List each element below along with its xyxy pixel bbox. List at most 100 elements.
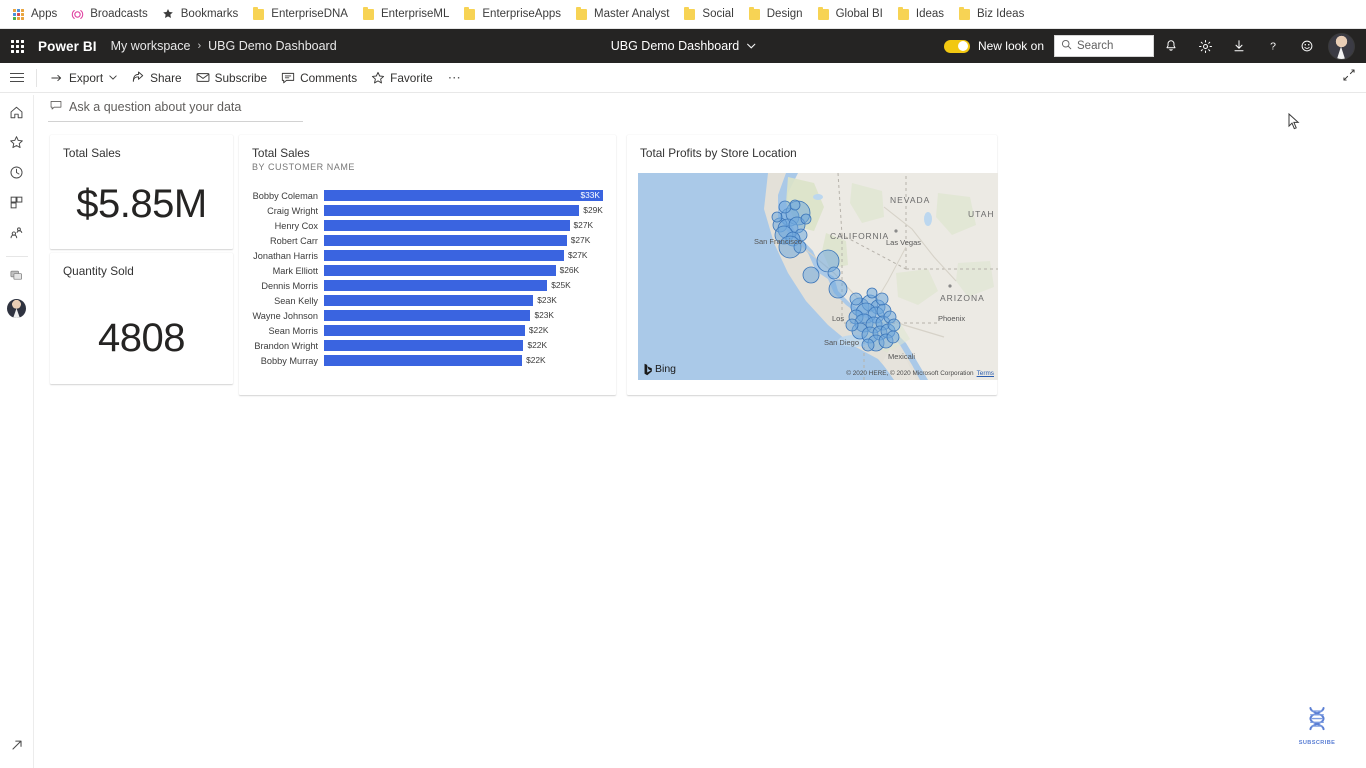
bar-row[interactable]: Sean Kelly $23K [252,293,603,308]
bookmark-ideas[interactable]: Ideas [891,5,952,24]
sidebar-item-recent[interactable] [0,160,34,190]
user-avatar[interactable] [1324,29,1358,63]
folder-icon [362,6,375,21]
bar-row[interactable]: Brandon Wright $22K [252,338,603,353]
tile-title: Total Sales [63,146,121,160]
subscribe-button[interactable]: Subscribe [189,67,274,89]
bar-row[interactable]: Bobby Coleman $33K [252,188,603,203]
fullscreen-expand-button[interactable] [1332,63,1366,93]
favorite-button[interactable]: Favorite [364,67,440,89]
bing-logo[interactable]: Bing [644,363,676,376]
bar-track: $27K [324,250,603,261]
bookmark-global-bi[interactable]: Global BI [811,5,891,24]
new-look-toggle[interactable] [943,39,970,53]
breadcrumb-current[interactable]: UBG Demo Dashboard [208,39,337,53]
comments-button[interactable]: Comments [274,67,364,89]
sidebar-item-workspaces[interactable] [0,263,34,293]
expand-diagonal-icon [1342,68,1356,87]
bar-row[interactable]: Jonathan Harris $27K [252,248,603,263]
feedback-smiley-icon[interactable] [1290,29,1324,63]
bar-value-label: $33K [580,190,600,200]
chat-bubble-icon [50,98,62,116]
svg-text:Mexicali: Mexicali [888,352,915,361]
bookmark-label: Master Analyst [594,8,670,20]
folder-icon [463,6,476,21]
map-visual[interactable]: NEVADA UTAH CALIFORNIA ARIZONA Las Vegas… [638,173,998,380]
qna-input[interactable]: Ask a question about your data [48,95,303,122]
dashboard-title-dropdown[interactable]: UBG Demo Dashboard [611,39,756,53]
notifications-bell-icon[interactable] [1154,29,1188,63]
star-icon [162,8,175,21]
tile-quantity-sold[interactable]: Quantity Sold 4808 [50,253,233,384]
bookmark-enterpriseml[interactable]: EnterpriseML [356,5,457,24]
breadcrumb-workspace[interactable]: My workspace [111,39,191,53]
chevron-down-icon [108,71,117,85]
bar-row[interactable]: Mark Elliott $26K [252,263,603,278]
bookmark-broadcasts[interactable]: Broadcasts [65,5,156,24]
bookmark-enterpriseapps[interactable]: EnterpriseApps [457,5,569,24]
svg-text:ARIZONA: ARIZONA [940,293,985,303]
broadcast-icon [71,8,84,21]
folder-icon [683,6,696,21]
bookmark-label: EnterpriseApps [482,8,561,20]
sidebar-item-favorites[interactable] [0,130,34,160]
map-terms-link[interactable]: Terms [977,370,994,377]
bar-row[interactable]: Wayne Johnson $23K [252,308,603,323]
download-icon[interactable] [1222,29,1256,63]
bar-category-label: Bobby Coleman [252,190,318,201]
svg-text:?: ? [1270,41,1276,53]
subscribe-label: Subscribe [214,70,268,85]
dashboard-command-bar: Export Share Subscribe Comments Favorite… [0,63,1366,93]
sidebar-item-shared-with-me[interactable] [0,220,34,250]
bookmark-social[interactable]: Social [677,5,741,24]
sidebar-item-my-workspace[interactable] [0,293,34,323]
search-input[interactable]: Search [1054,35,1154,57]
rail-collapse-button[interactable] [0,732,34,762]
app-launcher-button[interactable] [0,29,34,63]
sidebar-item-home[interactable] [0,100,34,130]
svg-text:UTAH: UTAH [968,209,995,219]
bookmark-biz-ideas[interactable]: Biz Ideas [952,5,1032,24]
settings-gear-icon[interactable] [1188,29,1222,63]
bar-row[interactable]: Craig Wright $29K [252,203,603,218]
bar-row[interactable]: Robert Carr $27K [252,233,603,248]
tile-total-sales[interactable]: Total Sales $5.85M [50,135,233,249]
bookmark-master-analyst[interactable]: Master Analyst [569,5,677,24]
tile-total-profits-by-store-location[interactable]: Total Profits by Store Location NEVADA U… [627,135,998,395]
bar-value-label: $27K [570,235,591,245]
waffle-grid-icon [10,39,24,53]
powerbi-brand[interactable]: Power BI [38,39,97,54]
bar-row[interactable]: Dennis Morris $25K [252,278,603,293]
more-options-button[interactable]: ⋯ [440,66,469,90]
favorite-label: Favorite [390,70,433,85]
apps-grid-icon [12,8,25,21]
bar-track: $23K [324,295,603,306]
svg-text:CALIFORNIA: CALIFORNIA [830,231,889,241]
bar-row[interactable]: Henry Cox $27K [252,218,603,233]
bookmark-enterprisedna[interactable]: EnterpriseDNA [246,5,356,24]
export-label: Export [69,70,104,85]
bar-category-label: Henry Cox [274,220,318,231]
bar-fill [324,205,580,216]
export-button[interactable]: Export [43,67,124,89]
bar-value-label: $25K [551,280,571,290]
breadcrumb-separator: › [197,40,202,52]
breadcrumb: My workspace › UBG Demo Dashboard [111,39,337,53]
bar-row[interactable]: Bobby Murray $22K [252,353,603,368]
tile-total-sales-by-customer[interactable]: Total Sales BY CUSTOMER NAME Bobby Colem… [239,135,616,395]
toolbar-divider [36,68,37,87]
bar-row[interactable]: Sean Morris $22K [252,323,603,338]
sidebar-item-apps[interactable] [0,190,34,220]
share-button[interactable]: Share [124,67,188,89]
header-right-group: New look on Search ? [943,29,1366,63]
comments-label: Comments [300,70,358,85]
help-question-icon[interactable]: ? [1256,29,1290,63]
bookmark-bookmarks[interactable]: Bookmarks [156,5,247,24]
bookmark-design[interactable]: Design [742,5,811,24]
envelope-icon [196,71,210,85]
search-icon [1061,39,1072,53]
nav-menu-toggle[interactable] [0,63,34,93]
bar-track: $25K [324,280,603,291]
bookmark-apps[interactable]: Apps [6,5,65,24]
bar-category-label: Sean Kelly [274,295,318,306]
